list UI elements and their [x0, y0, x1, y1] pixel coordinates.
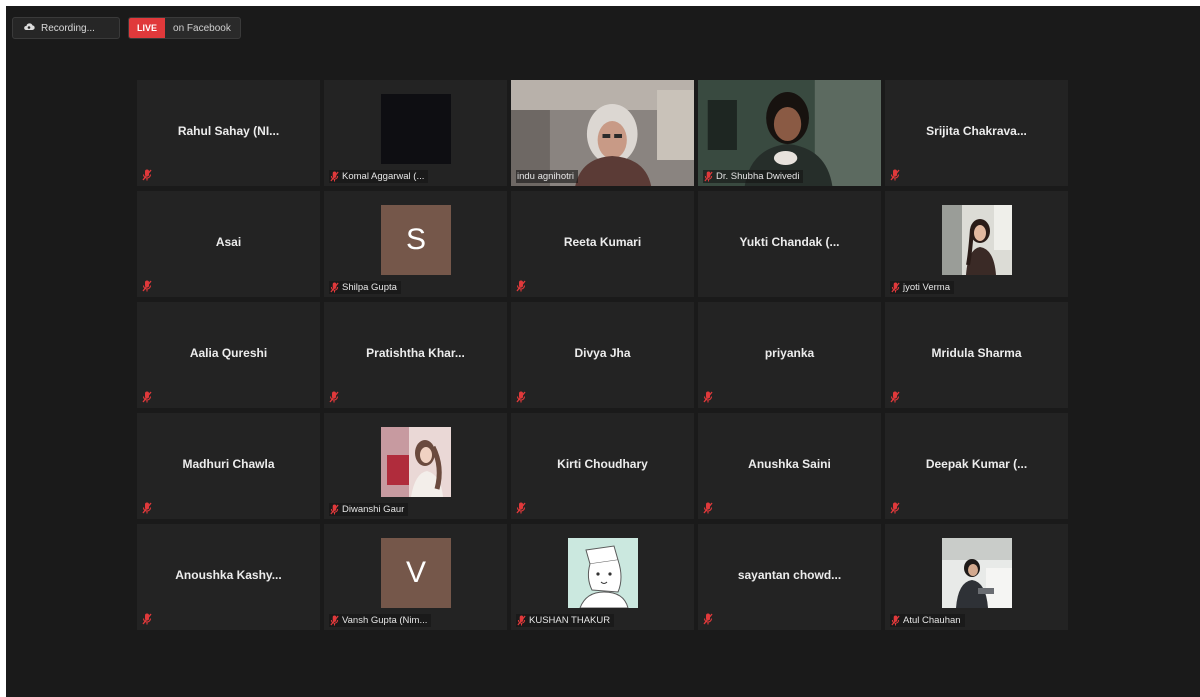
mic-muted-icon [516, 391, 526, 403]
mic-muted-icon [330, 171, 339, 182]
participant-tile[interactable]: Reeta Kumari [511, 191, 694, 297]
participant-name: Srijita Chakrava... [926, 124, 1027, 138]
participant-name-label: Dr. Shubha Dwivedi [703, 170, 804, 183]
mic-muted-icon [517, 615, 526, 626]
participant-name: Yukti Chandak (... [739, 235, 840, 249]
participant-tile[interactable]: Asai [137, 191, 320, 297]
participant-name: Mridula Sharma [931, 346, 1022, 360]
mic-muted-icon [329, 391, 339, 403]
mic-muted-icon [890, 169, 900, 181]
mic-muted-icon [330, 282, 339, 293]
participant-name-label: Diwanshi Gaur [329, 503, 409, 516]
profile-photo [568, 538, 638, 608]
participant-name-label: KUSHAN THAKUR [516, 614, 615, 627]
mic-muted-icon [703, 391, 713, 403]
participant-grid: Rahul Sahay (NI... Komal Aggarwal (... ind… [137, 80, 1068, 630]
participant-tile[interactable]: Pratishtha Khar... [324, 302, 507, 408]
participant-name: Divya Jha [574, 346, 631, 360]
participant-tile[interactable]: priyanka [698, 302, 881, 408]
mic-muted-icon [516, 280, 526, 292]
participant-name: Vansh Gupta (Nim... [342, 615, 428, 626]
participant-tile[interactable]: V Vansh Gupta (Nim... [324, 524, 507, 630]
participant-name: Rahul Sahay (NI... [177, 124, 280, 138]
live-stream-indicator[interactable]: LIVE on Facebook [128, 17, 241, 39]
participant-tile[interactable]: Anushka Saini [698, 413, 881, 519]
participant-tile[interactable]: Yukti Chandak (... [698, 191, 881, 297]
mic-muted-icon [890, 391, 900, 403]
participant-tile[interactable]: KUSHAN THAKUR [511, 524, 694, 630]
mic-muted-icon [142, 391, 152, 403]
participant-name: Asai [215, 235, 242, 249]
mic-muted-icon [703, 502, 713, 514]
participant-name: indu agnihotri [517, 171, 575, 182]
avatar [381, 94, 451, 164]
participant-name-label: jyoti Verma [890, 281, 954, 294]
participant-tile[interactable]: Atul Chauhan [885, 524, 1068, 630]
participant-name: Diwanshi Gaur [342, 504, 405, 515]
participant-tile[interactable]: Mridula Sharma [885, 302, 1068, 408]
profile-photo [942, 538, 1012, 608]
mic-muted-icon [142, 169, 152, 181]
participant-name: jyoti Verma [903, 282, 950, 293]
recording-label: Recording... [41, 22, 95, 34]
participant-name: Anoushka Kashy... [175, 568, 282, 582]
mic-muted-icon [516, 502, 526, 514]
participant-name-label: Komal Aggarwal (... [329, 170, 429, 183]
participant-tile[interactable]: Diwanshi Gaur [324, 413, 507, 519]
mic-muted-icon [142, 280, 152, 292]
profile-photo [942, 205, 1012, 275]
mic-muted-icon [891, 282, 900, 293]
mic-muted-icon [330, 504, 339, 515]
mic-muted-icon [704, 171, 713, 182]
participant-tile[interactable]: sayantan chowd... [698, 524, 881, 630]
participant-name: Kirti Choudhary [557, 457, 648, 471]
participant-name-label: Atul Chauhan [890, 614, 965, 627]
mic-muted-icon [703, 613, 713, 625]
letter-avatar: S [381, 205, 451, 275]
participant-tile[interactable]: Kirti Choudhary [511, 413, 694, 519]
recording-indicator[interactable]: Recording... [12, 17, 120, 39]
participant-tile[interactable]: Deepak Kumar (... [885, 413, 1068, 519]
live-platform-label: on Facebook [173, 22, 231, 34]
participant-name: priyanka [764, 346, 815, 360]
participant-name: Dr. Shubha Dwivedi [716, 171, 800, 182]
participant-tile[interactable]: Dr. Shubha Dwivedi [698, 80, 881, 186]
participant-name: Atul Chauhan [903, 615, 961, 626]
mic-muted-icon [142, 613, 152, 625]
participant-name: Pratishtha Khar... [366, 346, 465, 360]
participant-tile[interactable]: S Shilpa Gupta [324, 191, 507, 297]
letter-avatar: V [381, 538, 451, 608]
participant-tile[interactable]: jyoti Verma [885, 191, 1068, 297]
participant-tile[interactable]: Anoushka Kashy... [137, 524, 320, 630]
participant-name: Shilpa Gupta [342, 282, 397, 293]
participant-name-label: Vansh Gupta (Nim... [329, 614, 432, 627]
participant-name-label: Shilpa Gupta [329, 281, 401, 294]
participant-tile[interactable]: Komal Aggarwal (... [324, 80, 507, 186]
participant-tile[interactable]: Aalia Qureshi [137, 302, 320, 408]
participant-tile[interactable]: Rahul Sahay (NI... [137, 80, 320, 186]
participant-name-label: indu agnihotri [516, 170, 579, 183]
meeting-window: Recording... LIVE on Facebook Rahul Saha… [6, 6, 1200, 697]
participant-name: KUSHAN THAKUR [529, 615, 611, 626]
participant-name: sayantan chowd... [737, 568, 842, 582]
participant-name: Komal Aggarwal (... [342, 171, 425, 182]
mic-muted-icon [890, 502, 900, 514]
participant-name: Reeta Kumari [563, 235, 642, 249]
profile-photo [381, 427, 451, 497]
participant-tile[interactable]: Divya Jha [511, 302, 694, 408]
participant-tile[interactable]: Madhuri Chawla [137, 413, 320, 519]
participant-tile[interactable]: Srijita Chakrava... [885, 80, 1068, 186]
mic-muted-icon [142, 502, 152, 514]
mic-muted-icon [330, 615, 339, 626]
participant-name: Aalia Qureshi [189, 346, 268, 360]
participant-name: Deepak Kumar (... [925, 457, 1028, 471]
live-badge: LIVE [129, 18, 166, 38]
participant-tile[interactable]: indu agnihotri [511, 80, 694, 186]
participant-name: Anushka Saini [748, 457, 831, 471]
participant-name: Madhuri Chawla [182, 457, 275, 471]
mic-muted-icon [891, 615, 900, 626]
cloud-recording-icon [23, 21, 35, 36]
